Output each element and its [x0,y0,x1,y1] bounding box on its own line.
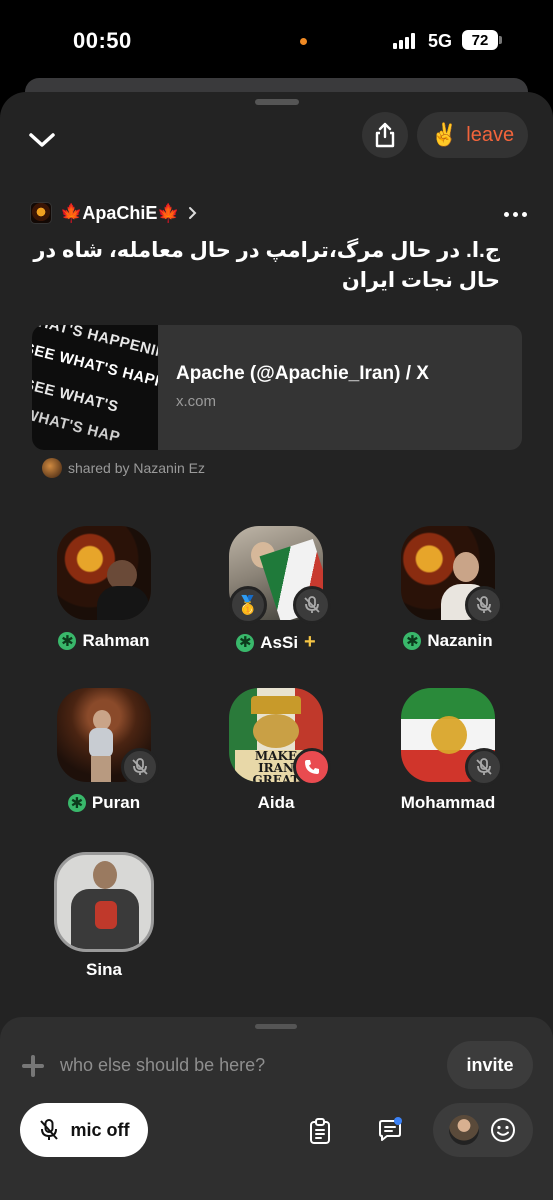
muted-badge [121,748,159,786]
panel-grabber[interactable] [255,1024,297,1029]
share-icon [375,122,395,148]
speaker-name: Rahman [82,631,150,650]
muted-badge [293,586,331,624]
link-title: Apache (@Apachie_Iran) / X [176,363,429,384]
call-badge [293,748,331,786]
speaker-tile[interactable]: ✱ Puran [29,688,179,828]
speaker-name: Puran [91,793,141,812]
add-icon[interactable] [22,1055,44,1077]
speaker-name: Sina [86,960,122,979]
speaker-tile[interactable]: 🥇 ✱ AsSi + [201,526,351,666]
muted-badge [465,586,503,624]
speaker-tile[interactable]: Sina [29,850,179,990]
speaker-avatar [57,526,151,620]
speaker-tile[interactable]: Mohammad [373,688,523,828]
club-avatar [30,202,52,224]
leave-label: leave [466,123,515,146]
moderator-icon: ✱ [67,794,86,812]
plus-icon: + [304,631,316,653]
invite-suggestion[interactable]: who else should be here? [60,1055,265,1076]
shared-by-row: shared by Nazanin Ez [42,458,205,478]
chevron-right-icon [188,207,197,219]
muted-badge [465,748,503,786]
reactions-pill[interactable] [433,1103,533,1157]
leave-button[interactable]: ✌️ leave [417,112,528,158]
battery-icon: 72 [462,30,498,50]
clipboard-icon [310,1118,330,1144]
battery-level: 72 [471,31,489,49]
invite-button[interactable]: invite [447,1041,533,1089]
bottom-panel: who else should be here? invite mic off [0,1017,553,1200]
speaker-name: Mohammad [400,793,496,812]
speaker-name: Nazanin [427,631,493,650]
more-options-button[interactable] [500,204,530,224]
mic-toggle-button[interactable]: mic off [20,1103,148,1157]
link-thumbnail: WHAT'S HAPPENING SEE WHAT'S HAPPENING SE… [32,325,158,450]
network-type: 5G [428,31,453,51]
privacy-indicator-dot [300,38,307,45]
mic-off-icon [132,758,148,775]
speaker-avatar [54,852,154,952]
medal-icon: 🥇 [236,594,260,615]
mic-off-icon [476,758,492,775]
mic-off-icon [304,596,320,613]
moderator-icon: ✱ [58,632,77,650]
mic-label: mic off [70,1119,130,1140]
clipboard-button[interactable] [300,1111,340,1151]
mic-off-icon [40,1119,59,1140]
sharer-avatar [42,458,62,478]
peace-hand-icon: ✌️ [430,122,459,147]
club-link[interactable]: 🍁ApaChiE🍁 [30,200,198,226]
moderator-icon: ✱ [403,632,422,650]
my-avatar[interactable] [449,1115,479,1145]
medal-badge: 🥇 [229,586,267,624]
notification-dot [394,1117,402,1125]
speaker-tile[interactable]: ✱ Nazanin [373,526,523,666]
minimize-button[interactable] [22,122,62,158]
status-bar: 00:50 5G 72 [0,0,553,80]
chevron-down-icon [29,133,55,147]
shared-by-text: shared by Nazanin Ez [68,460,205,476]
speaker-name: AsSi [260,632,299,652]
speaker-tile[interactable]: MAKE IRAN GREAT AGAIN Aida [201,688,351,828]
share-button[interactable] [362,112,408,158]
sheet-grabber[interactable] [255,99,299,105]
smiley-icon[interactable] [489,1116,517,1144]
speaker-name: Aida [257,793,295,812]
link-domain: x.com [176,393,217,410]
status-time: 00:50 [73,28,132,53]
chat-button[interactable] [370,1111,410,1151]
phone-icon [305,760,319,774]
battery-cap [499,36,502,44]
club-name: 🍁ApaChiE🍁 [60,202,180,223]
room-title: ج.ا. در حال مرگ،ترامپ در حال معامله، شاه… [33,239,500,292]
moderator-icon: ✱ [236,633,255,652]
mic-off-icon [476,596,492,613]
speaker-tile[interactable]: ✱ Rahman [29,526,179,666]
link-card[interactable]: WHAT'S HAPPENING SEE WHAT'S HAPPENING SE… [32,325,522,450]
signal-icon [393,33,419,49]
